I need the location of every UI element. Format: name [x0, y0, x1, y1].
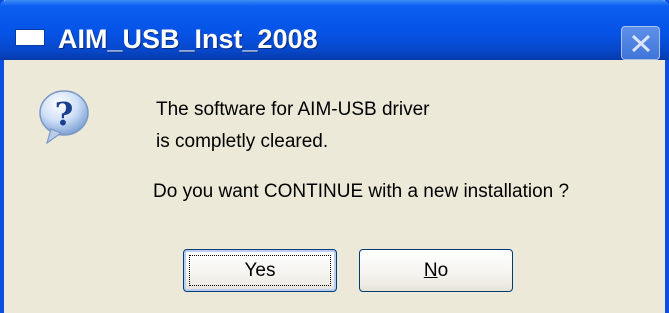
question-text: Do you want CONTINUE with a new installa…: [153, 181, 570, 202]
no-button-mnemonic: N: [423, 260, 438, 281]
question-icon: ?: [39, 90, 89, 145]
focus-ring: [189, 255, 331, 286]
no-button[interactable]: No: [359, 249, 513, 292]
message-line-2: is completly cleared.: [156, 131, 329, 152]
window-title: AIM_USB_Inst_2008: [58, 24, 318, 54]
svg-text:?: ?: [55, 95, 74, 133]
title-bar[interactable]: AIM_USB_Inst_2008: [0, 0, 669, 60]
close-icon: [631, 34, 651, 53]
no-button-label-rest: o: [437, 260, 449, 281]
dialog-window: AIM_USB_Inst_2008 ? The software for AIM…: [0, 0, 669, 313]
close-button[interactable]: [621, 26, 660, 60]
message-text: The software for AIM-USB driver is compl…: [156, 94, 429, 158]
yes-button[interactable]: Yes: [183, 249, 337, 292]
message-line-1: The software for AIM-USB driver: [156, 99, 430, 120]
window-icon: [15, 29, 45, 46]
